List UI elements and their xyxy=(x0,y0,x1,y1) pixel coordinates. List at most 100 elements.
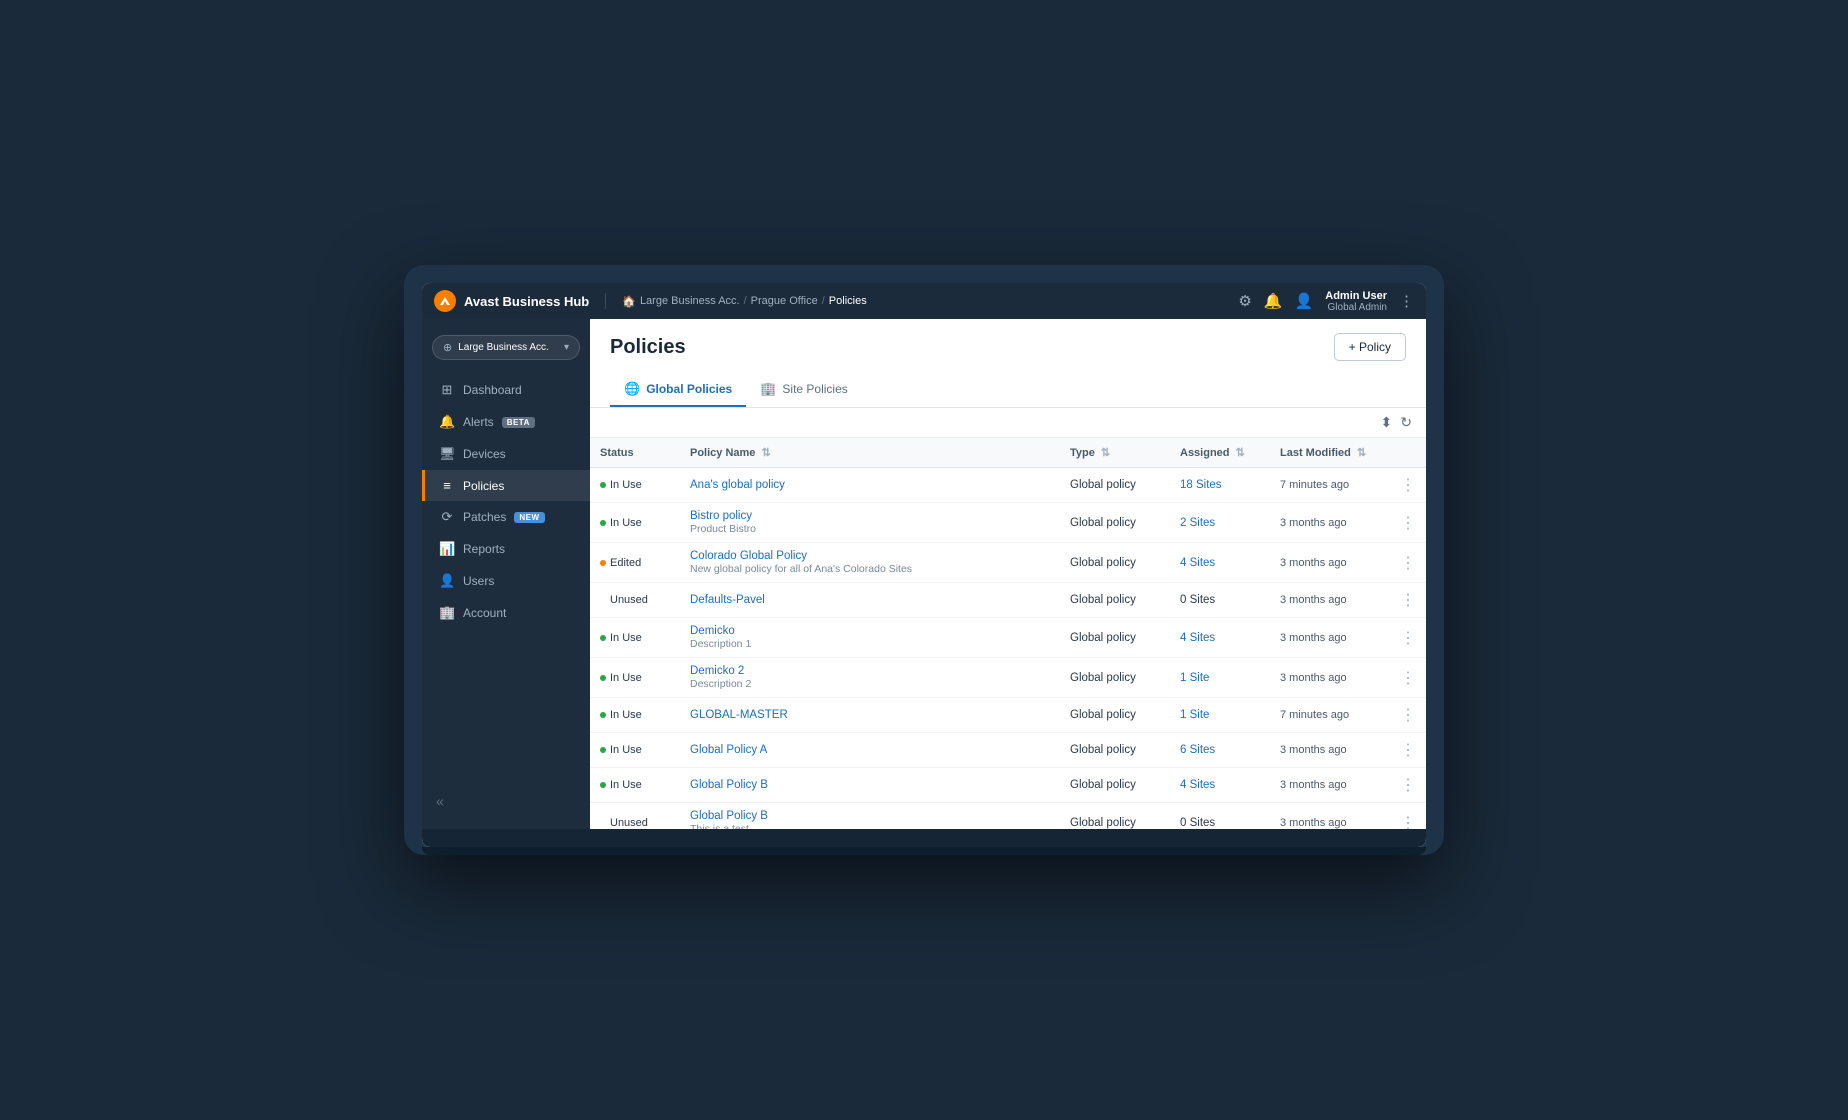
breadcrumb-account[interactable]: Large Business Acc. xyxy=(640,295,740,307)
row-menu-button[interactable]: ⋮ xyxy=(1400,477,1416,494)
name-cell: Ana's global policy xyxy=(680,468,1060,503)
row-menu-button[interactable]: ⋮ xyxy=(1400,630,1416,647)
col-header-type[interactable]: Type ⇅ xyxy=(1060,438,1170,468)
row-menu-button[interactable]: ⋮ xyxy=(1400,777,1416,794)
col-header-name[interactable]: Policy Name ⇅ xyxy=(680,438,1060,468)
account-selector[interactable]: ⊕ Large Business Acc. ▾ xyxy=(432,335,580,360)
assigned-link[interactable]: 4 Sites xyxy=(1180,557,1215,569)
col-header-assigned[interactable]: Assigned ⇅ xyxy=(1170,438,1270,468)
table-row[interactable]: Unused Global Policy BThis is a test Glo… xyxy=(590,803,1426,830)
policy-name-link[interactable]: Ana's global policy xyxy=(690,479,785,491)
actions-cell[interactable]: ⋮ xyxy=(1390,803,1426,830)
table-row[interactable]: In Use Demicko 2Description 2 Global pol… xyxy=(590,658,1426,698)
policy-name-link[interactable]: Global Policy A xyxy=(690,744,767,756)
assigned-text: 0 Sites xyxy=(1180,594,1215,606)
sidebar-item-account[interactable]: 🏢 Account xyxy=(422,597,590,629)
page-title-row: Policies + Policy xyxy=(610,333,1406,361)
refresh-icon[interactable]: ↻ xyxy=(1400,414,1412,431)
policy-name-link[interactable]: Demicko xyxy=(690,625,735,637)
policy-name-link[interactable]: Defaults-Pavel xyxy=(690,594,765,606)
row-menu-button[interactable]: ⋮ xyxy=(1400,592,1416,609)
status-text: Edited xyxy=(610,557,641,569)
status-dot xyxy=(600,675,606,681)
type-cell: Global policy xyxy=(1060,618,1170,658)
assigned-link[interactable]: 2 Sites xyxy=(1180,517,1215,529)
row-menu-button[interactable]: ⋮ xyxy=(1400,515,1416,532)
table-row[interactable]: In Use Global Policy B Global policy 4 S… xyxy=(590,768,1426,803)
assigned-link[interactable]: 6 Sites xyxy=(1180,744,1215,756)
policies-icon: ≡ xyxy=(439,478,455,493)
tab-global-policies[interactable]: 🌐 Global Policies xyxy=(610,373,746,407)
table-row[interactable]: In Use Ana's global policy Global policy… xyxy=(590,468,1426,503)
sidebar-item-policies[interactable]: ≡ Policies xyxy=(422,470,590,501)
assigned-link[interactable]: 4 Sites xyxy=(1180,632,1215,644)
row-menu-button[interactable]: ⋮ xyxy=(1400,555,1416,572)
actions-cell[interactable]: ⋮ xyxy=(1390,698,1426,733)
tab-site-label: Site Policies xyxy=(782,382,847,396)
add-policy-button[interactable]: + Policy xyxy=(1334,333,1406,361)
table-row[interactable]: In Use Bistro policyProduct Bistro Globa… xyxy=(590,503,1426,543)
assigned-link[interactable]: 1 Site xyxy=(1180,709,1209,721)
notification-icon[interactable]: 🔔 xyxy=(1264,292,1283,310)
breadcrumb-current: Policies xyxy=(829,295,867,307)
breadcrumb-office[interactable]: Prague Office xyxy=(751,295,818,307)
tab-site-policies[interactable]: 🏢 Site Policies xyxy=(746,373,862,407)
col-header-modified[interactable]: Last Modified ⇅ xyxy=(1270,438,1390,468)
policy-name-link[interactable]: Global Policy B xyxy=(690,779,768,791)
actions-cell[interactable]: ⋮ xyxy=(1390,583,1426,618)
table-row[interactable]: In Use GLOBAL-MASTER Global policy 1 Sit… xyxy=(590,698,1426,733)
status-dot xyxy=(600,482,606,488)
assigned-link[interactable]: 18 Sites xyxy=(1180,479,1222,491)
divider xyxy=(605,293,606,309)
assigned-cell: 4 Sites xyxy=(1170,618,1270,658)
actions-cell[interactable]: ⋮ xyxy=(1390,618,1426,658)
table-row[interactable]: In Use Global Policy A Global policy 6 S… xyxy=(590,733,1426,768)
content-area: Policies + Policy 🌐 Global Policies 🏢 Si… xyxy=(590,319,1426,829)
table-toolbar: ⬍ ↻ xyxy=(590,408,1426,438)
menu-icon[interactable]: ⋮ xyxy=(1399,292,1414,310)
sidebar-item-alerts[interactable]: 🔔 Alerts BETA xyxy=(422,406,590,438)
row-menu-button[interactable]: ⋮ xyxy=(1400,670,1416,687)
row-menu-button[interactable]: ⋮ xyxy=(1400,742,1416,759)
policy-name-link[interactable]: Bistro policy xyxy=(690,510,752,522)
name-cell: Bistro policyProduct Bistro xyxy=(680,503,1060,543)
account-icon: ⊕ xyxy=(443,341,452,354)
laptop-chin xyxy=(422,847,1426,855)
status-cell: In Use xyxy=(590,618,680,658)
actions-cell[interactable]: ⋮ xyxy=(1390,543,1426,583)
status-text: In Use xyxy=(610,744,642,756)
sidebar-item-users[interactable]: 👤 Users xyxy=(422,565,590,597)
sidebar-collapse-button[interactable]: « xyxy=(422,783,590,819)
policy-desc: Description 2 xyxy=(690,678,1050,690)
chevron-down-icon: ▾ xyxy=(564,342,569,353)
name-cell: Global Policy B xyxy=(680,768,1060,803)
actions-cell[interactable]: ⋮ xyxy=(1390,468,1426,503)
policy-name-link[interactable]: Demicko 2 xyxy=(690,665,744,677)
sidebar-item-devices[interactable]: 🖥 Devices xyxy=(422,438,590,470)
table-row[interactable]: In Use DemickoDescription 1 Global polic… xyxy=(590,618,1426,658)
row-menu-button[interactable]: ⋮ xyxy=(1400,815,1416,830)
tabs: 🌐 Global Policies 🏢 Site Policies xyxy=(610,373,1406,407)
row-menu-button[interactable]: ⋮ xyxy=(1400,707,1416,724)
patches-icon: ⟳ xyxy=(439,509,455,525)
modified-time: 3 months ago xyxy=(1280,744,1347,756)
policy-name-link[interactable]: Global Policy B xyxy=(690,810,768,822)
filter-icon[interactable]: ⬍ xyxy=(1381,414,1393,431)
sidebar-item-patches[interactable]: ⟳ Patches NEW xyxy=(422,501,590,533)
assigned-link[interactable]: 1 Site xyxy=(1180,672,1209,684)
actions-cell[interactable]: ⋮ xyxy=(1390,733,1426,768)
sidebar-item-reports[interactable]: 📊 Reports xyxy=(422,533,590,565)
policy-name-link[interactable]: GLOBAL-MASTER xyxy=(690,709,788,721)
policy-desc: Description 1 xyxy=(690,638,1050,650)
status-text: In Use xyxy=(610,779,642,791)
assigned-link[interactable]: 4 Sites xyxy=(1180,779,1215,791)
sidebar-item-dashboard[interactable]: ⊞ Dashboard xyxy=(422,374,590,406)
policy-name-link[interactable]: Colorado Global Policy xyxy=(690,550,807,562)
assigned-cell: 4 Sites xyxy=(1170,768,1270,803)
table-row[interactable]: Edited Colorado Global PolicyNew global … xyxy=(590,543,1426,583)
actions-cell[interactable]: ⋮ xyxy=(1390,503,1426,543)
settings-icon[interactable]: ⚙ xyxy=(1238,292,1251,310)
actions-cell[interactable]: ⋮ xyxy=(1390,658,1426,698)
table-row[interactable]: Unused Defaults-Pavel Global policy 0 Si… xyxy=(590,583,1426,618)
actions-cell[interactable]: ⋮ xyxy=(1390,768,1426,803)
